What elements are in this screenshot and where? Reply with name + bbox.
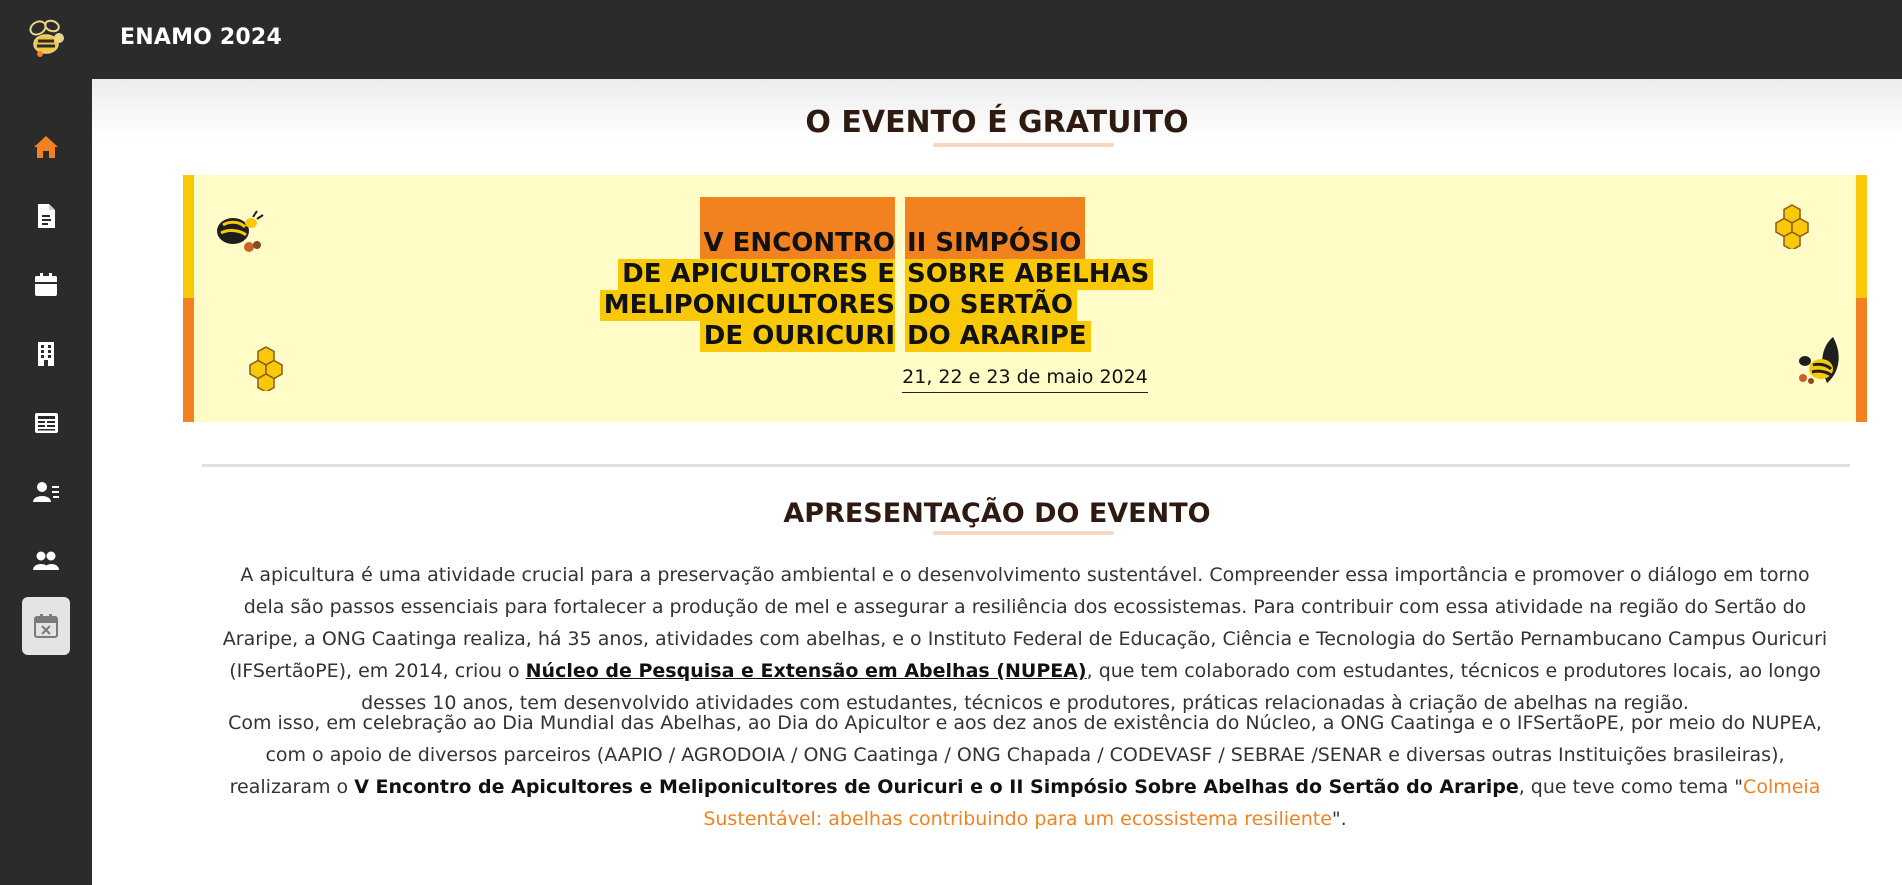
calendar-icon <box>35 273 57 296</box>
banner-left-stripe-orange <box>183 298 194 422</box>
sidebar-item-building[interactable] <box>22 330 70 378</box>
sidebar-item-contacts[interactable] <box>22 468 70 516</box>
calendar-x-icon <box>34 614 58 638</box>
banner-left-line: MELIPONICULTORES <box>599 290 895 321</box>
event-dates: 21, 22 e 23 de maio 2024 <box>183 366 1867 393</box>
app-title[interactable]: ENAMO 2024 <box>120 25 282 50</box>
banner-title-right: II SIMPÓSIO SOBRE ABELHAS DO SERTÃO DO A… <box>905 197 1235 352</box>
document-icon <box>38 204 55 228</box>
heading-underline <box>933 143 1114 147</box>
banner-right-stripe-orange <box>1856 298 1867 422</box>
honeycomb-icon <box>1775 204 1809 249</box>
presentation-paragraph-1: A apicultura é uma atividade crucial par… <box>220 559 1830 719</box>
banner-right-stripe-yellow <box>1856 175 1867 298</box>
banner-left-line: V ENCONTRO <box>699 197 895 259</box>
users-icon <box>33 551 59 570</box>
contact-list-icon <box>33 482 59 502</box>
banner-title-left: V ENCONTRO DE APICULTORES E MELIPONICULT… <box>583 197 895 352</box>
nupea-link[interactable]: Núcleo de Pesquisa e Extensão em Abelhas… <box>526 660 1087 682</box>
banner-right-line: II SIMPÓSIO <box>905 197 1086 259</box>
banner-left-line: DE APICULTORES E <box>618 259 895 290</box>
presentation-heading: APRESENTAÇÃO DO EVENTO <box>783 498 1211 529</box>
sidebar-item-news[interactable] <box>22 399 70 447</box>
presentation-paragraph-2: Com isso, em celebração ao Dia Mundial d… <box>220 707 1830 835</box>
sidebar-item-document[interactable] <box>22 192 70 240</box>
section-divider <box>202 464 1850 467</box>
banner-left-stripe-yellow <box>183 175 194 298</box>
paragraph-text: ". <box>1331 808 1347 830</box>
sidebar-item-calendar[interactable] <box>22 261 70 309</box>
paragraph-text: , que teve como tema " <box>1518 776 1744 798</box>
home-icon <box>34 136 58 158</box>
event-banner: V ENCONTRO DE APICULTORES E MELIPONICULT… <box>183 175 1867 422</box>
banner-left-line: DE OURICURI <box>699 321 895 352</box>
main-content: O EVENTO É GRATUITO V ENCONTRO DE APICUL… <box>92 79 1902 885</box>
banner-right-line: DO ARARIPE <box>905 321 1091 352</box>
event-dates-text: 21, 22 e 23 de maio 2024 <box>902 366 1148 393</box>
event-name-bold: V Encontro de Apicultores e Meliponicult… <box>354 776 1519 798</box>
top-bar: ENAMO 2024 <box>0 0 1902 79</box>
banner-right-line: DO SERTÃO <box>905 290 1078 321</box>
sidebar-item-calendar-x[interactable] <box>22 597 70 655</box>
bee-logo-icon[interactable] <box>26 16 68 62</box>
sidebar-item-users[interactable] <box>22 537 70 585</box>
newspaper-icon <box>35 413 58 433</box>
bee-icon <box>217 210 264 252</box>
building-icon <box>38 342 54 366</box>
sidebar <box>0 79 92 885</box>
free-event-heading: O EVENTO É GRATUITO <box>805 105 1189 140</box>
sidebar-item-home[interactable] <box>22 123 70 171</box>
banner-right-line: SOBRE ABELHAS <box>905 259 1154 290</box>
heading-underline <box>933 531 1114 535</box>
